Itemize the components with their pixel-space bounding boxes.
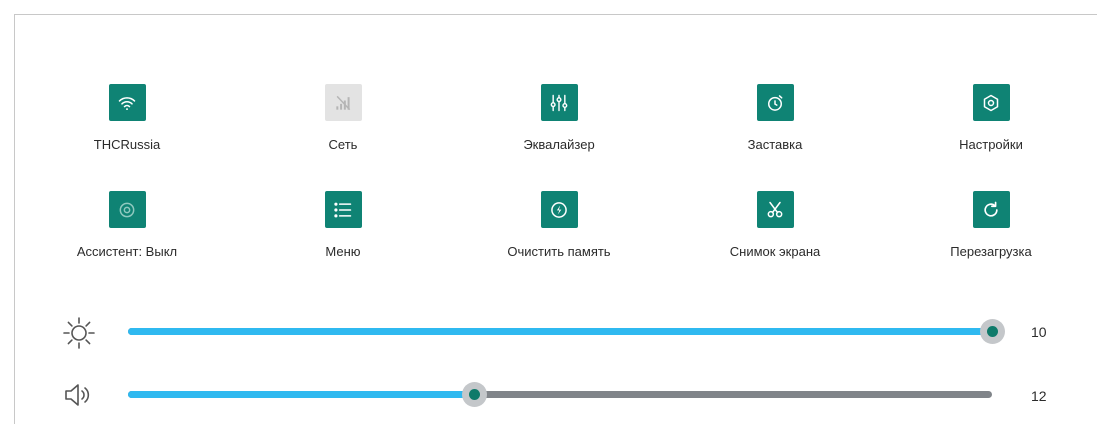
tile-label: Заставка	[747, 137, 803, 152]
tile-network[interactable]: Сеть	[263, 84, 423, 152]
tile-label: Перезагрузка	[950, 244, 1032, 259]
brightness-value: 10	[1031, 324, 1047, 340]
tile-clean-memory[interactable]: Очистить память	[479, 191, 639, 259]
tile-label: Сеть	[328, 137, 358, 152]
volume-row: 12	[0, 380, 1097, 410]
volume-thumb[interactable]	[461, 382, 487, 407]
scissors-icon	[756, 191, 794, 228]
volume-icon	[62, 378, 96, 412]
equalizer-icon	[540, 84, 578, 121]
tile-screensaver[interactable]: Заставка	[695, 84, 855, 152]
brightness-fill	[128, 328, 992, 335]
brightness-thumb[interactable]	[980, 319, 1005, 344]
tile-settings[interactable]: Настройки	[911, 84, 1071, 152]
tile-assistant[interactable]: Ассистент: Выкл	[47, 191, 207, 259]
tile-menu[interactable]: Меню	[263, 191, 423, 259]
tile-label: Настройки	[959, 137, 1023, 152]
menu-icon	[324, 191, 362, 228]
tile-restart[interactable]: Перезагрузка	[911, 191, 1071, 259]
volume-value: 12	[1031, 388, 1047, 404]
tile-wifi[interactable]: THCRussia	[47, 84, 207, 152]
brightness-row: 10	[0, 316, 1097, 349]
tile-label: Снимок экрана	[729, 244, 821, 259]
screensaver-icon	[756, 84, 794, 121]
wifi-icon	[108, 84, 146, 121]
volume-fill	[128, 391, 474, 398]
tile-equalizer[interactable]: Эквалайзер	[479, 84, 639, 152]
tile-label: Меню	[325, 244, 361, 259]
assistant-icon	[108, 191, 146, 228]
brightness-icon	[62, 316, 96, 350]
tile-label: Эквалайзер	[523, 137, 595, 152]
restart-icon	[972, 191, 1010, 228]
volume-slider[interactable]	[128, 382, 992, 407]
clean-memory-icon	[540, 191, 578, 228]
gear-icon	[972, 84, 1010, 121]
no-signal-icon	[324, 84, 362, 121]
tile-label: THCRussia	[93, 137, 161, 152]
tile-label: Ассистент: Выкл	[76, 244, 178, 259]
tile-screenshot[interactable]: Снимок экрана	[695, 191, 855, 259]
tile-label: Очистить память	[507, 244, 611, 259]
brightness-slider[interactable]	[128, 319, 1005, 344]
